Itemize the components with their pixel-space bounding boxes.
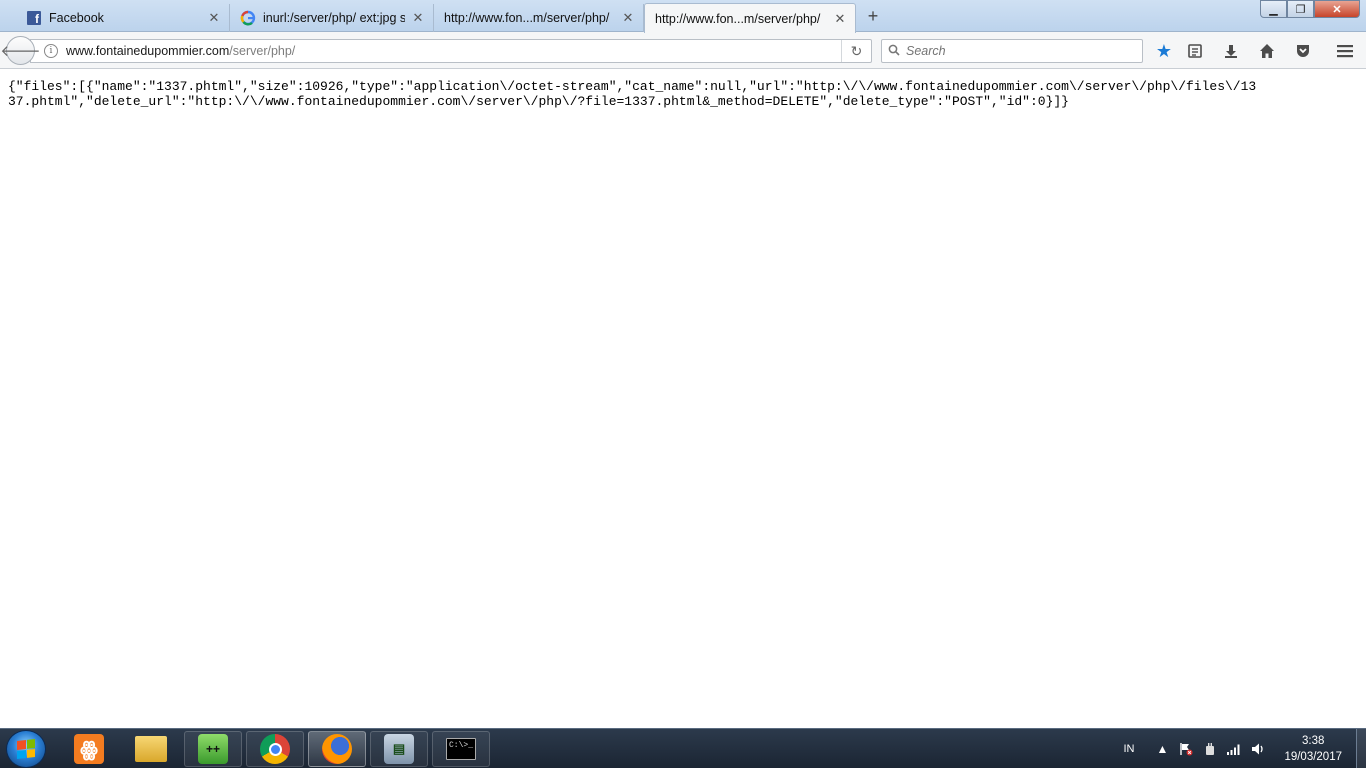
bookmarks-menu-icon[interactable]	[1184, 40, 1206, 62]
close-icon[interactable]: ✕	[833, 11, 847, 26]
tab-label: http://www.fon...m/server/php/	[444, 11, 610, 25]
navigation-bar: 🡐 i www.fontainedupommier.com/server/php…	[0, 32, 1366, 69]
taskbar-network-monitor[interactable]: ▤	[370, 731, 428, 767]
system-tray: IN ▲ 3:38 19/03/2017	[1123, 729, 1366, 768]
url-path: /server/php/	[229, 44, 296, 58]
tab-server-php-active[interactable]: http://www.fon...m/server/php/ ✕	[644, 3, 856, 33]
page-content: {"files":[{"name":"1337.phtml","size":10…	[0, 70, 1366, 728]
facebook-icon: f	[26, 10, 42, 26]
tab-strip: f Facebook ✕ inurl:/server/php/ ext:jpg …	[0, 0, 1366, 33]
language-indicator[interactable]: IN	[1123, 743, 1134, 755]
volume-icon[interactable]	[1250, 741, 1266, 757]
tab-server-php-1[interactable]: http://www.fon...m/server/php/ ✕	[434, 4, 644, 32]
tab-google-search[interactable]: inurl:/server/php/ ext:jpg si... ✕	[230, 4, 434, 32]
system-clock[interactable]: 3:38 19/03/2017	[1284, 733, 1342, 765]
close-icon[interactable]: ✕	[621, 10, 635, 25]
pocket-icon[interactable]	[1292, 40, 1314, 62]
clock-date: 19/03/2017	[1284, 751, 1342, 763]
bookmark-star-icon[interactable]: ★	[1153, 40, 1175, 62]
site-info-icon[interactable]: i	[44, 44, 58, 58]
show-desktop-button[interactable]	[1356, 729, 1366, 768]
home-icon[interactable]	[1256, 40, 1278, 62]
window-controls: ▁ ❐ ✕	[1260, 0, 1360, 18]
xampp-icon: ꙮ	[74, 734, 104, 764]
google-icon	[240, 10, 256, 26]
chrome-icon	[260, 734, 290, 764]
start-button[interactable]	[6, 730, 46, 768]
reload-icon[interactable]: ↻	[841, 40, 871, 62]
search-input[interactable]	[906, 44, 1126, 58]
action-center-flag-icon[interactable]	[1178, 741, 1194, 757]
hamburger-menu-icon[interactable]	[1334, 40, 1356, 62]
folder-icon	[135, 736, 167, 762]
url-bar[interactable]: i www.fontainedupommier.com/server/php/ …	[30, 39, 872, 63]
taskbar-xampp[interactable]: ꙮ	[60, 731, 118, 767]
power-plug-icon[interactable]	[1202, 741, 1218, 757]
command-prompt-icon: C:\>_	[446, 738, 476, 760]
url-domain: www.fontainedupommier.com	[66, 44, 230, 58]
window-close-button[interactable]: ✕	[1314, 0, 1360, 18]
notepad-plus-icon: ++	[198, 734, 228, 764]
tab-facebook[interactable]: f Facebook ✕	[16, 4, 230, 32]
clock-time: 3:38	[1302, 735, 1325, 747]
json-response-text: {"files":[{"name":"1337.phtml","size":10…	[8, 79, 1257, 109]
url-text[interactable]: www.fontainedupommier.com/server/php/	[66, 44, 841, 58]
network-monitor-icon: ▤	[384, 734, 414, 764]
taskbar-notepad-plus[interactable]: ++	[184, 731, 242, 767]
close-icon[interactable]: ✕	[207, 10, 221, 25]
tab-label: inurl:/server/php/ ext:jpg si...	[263, 11, 405, 25]
minimize-button[interactable]: ▁	[1260, 0, 1287, 18]
taskbar-firefox[interactable]	[308, 731, 366, 767]
windows-logo-icon	[17, 739, 35, 759]
search-bar[interactable]	[881, 39, 1143, 63]
close-icon[interactable]: ✕	[411, 10, 425, 25]
firefox-icon	[322, 734, 352, 764]
taskbar-chrome[interactable]	[246, 731, 304, 767]
network-signal-icon[interactable]	[1226, 741, 1242, 757]
restore-button[interactable]: ❐	[1287, 0, 1314, 18]
taskbar-file-explorer[interactable]	[122, 731, 180, 767]
tab-label: http://www.fon...m/server/php/	[655, 11, 821, 26]
tab-label: Facebook	[49, 11, 104, 25]
search-icon	[888, 44, 900, 59]
download-icon[interactable]	[1220, 40, 1242, 62]
new-tab-button[interactable]: +	[862, 6, 884, 26]
show-hidden-icons-icon[interactable]: ▲	[1154, 741, 1170, 757]
taskbar: ꙮ ++ ▤ C:\>_ IN ▲ 3:38 19/03/2017	[0, 728, 1366, 768]
back-button[interactable]: 🡐	[0, 36, 41, 65]
taskbar-command-prompt[interactable]: C:\>_	[432, 731, 490, 767]
